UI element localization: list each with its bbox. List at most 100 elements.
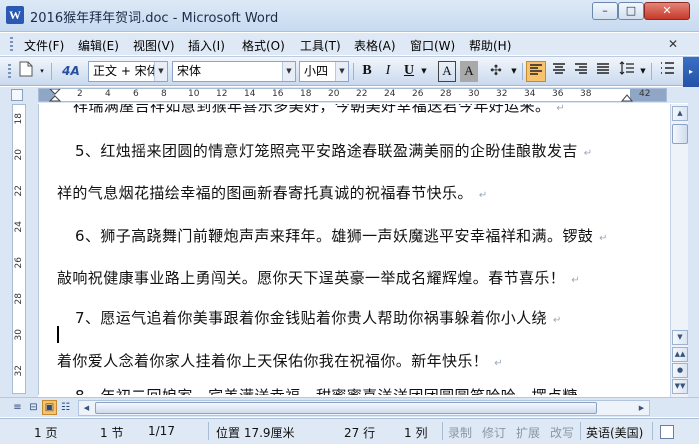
style-select[interactable]: 正文 + 宋体 ▼ [88, 61, 168, 82]
vertical-scroll-thumb[interactable] [672, 124, 688, 144]
status-pages[interactable]: 1/17 [148, 424, 175, 438]
document-area[interactable]: 祥瑞满屋吉祥如意到猴年喜乐多美好，今朝美好幸福送君今年好运来。 ↵ 5、红烛摇来团… [38, 104, 670, 395]
numbering-icon[interactable] [656, 61, 678, 82]
menu-grip-icon[interactable] [10, 37, 13, 51]
outline-view-icon[interactable]: ☷ [58, 400, 73, 415]
status-track-changes[interactable]: 修订 [482, 424, 506, 441]
menu-table[interactable]: 表格(A) [354, 37, 396, 54]
font-select-value: 宋体 [177, 64, 202, 78]
close-button[interactable]: ✕ [644, 2, 690, 20]
horizontal-scroll-thumb[interactable] [95, 402, 597, 414]
font-size-value: 小四 [304, 64, 329, 78]
status-record[interactable]: 录制 [448, 424, 472, 441]
font-select[interactable]: 宋体 ▼ [172, 61, 296, 82]
ruler-number: 20 [328, 89, 340, 99]
menu-help[interactable]: 帮助(H) [469, 37, 511, 54]
document-line[interactable]: 祥瑞满屋吉祥如意到猴年喜乐多美好，今朝美好幸福送君今年好运来。 ↵ [73, 104, 565, 116]
align-right-button[interactable] [571, 61, 591, 82]
chevron-down-icon[interactable]: ▼ [638, 61, 648, 82]
chevron-down-icon[interactable]: ▼ [154, 62, 167, 81]
scroll-left-icon[interactable]: ◀ [79, 401, 94, 415]
select-browse-object-icon[interactable]: ● [672, 363, 688, 378]
tab-selector[interactable] [11, 89, 23, 101]
vruler-number: 26 [14, 257, 24, 269]
previous-page-icon[interactable]: ▲▲ [672, 347, 688, 362]
status-column[interactable]: 1 列 [404, 424, 427, 441]
document-close-icon[interactable]: ✕ [668, 37, 678, 51]
document-line[interactable]: 祥的气息烟花描绘幸福的图画新春寄托真诚的祝福春节快乐。 ↵ [57, 182, 488, 203]
menu-file[interactable]: 文件(F) [24, 37, 64, 54]
bold-button[interactable]: B [358, 61, 376, 82]
web-layout-view-icon[interactable]: ⊟ [26, 400, 41, 415]
ruler-number: 14 [244, 89, 256, 99]
font-size-select[interactable]: 小四 ▼ [299, 61, 349, 82]
horizontal-ruler[interactable]: 2 4 6 8 10 12 14 16 18 20 22 24 26 28 30… [38, 88, 667, 102]
document-line[interactable]: 5、红烛摇来团圆的情意灯笼照亮平安路途春联盈满美丽的企盼佳酿散发吉 ↵ [75, 140, 593, 161]
menu-view[interactable]: 视图(V) [133, 37, 175, 54]
formatting-toolbar: ▾ 4A 正文 + 宋体 ▼ 宋体 ▼ 小四 ▼ B I U ▼ A A ✣ ▼… [0, 56, 699, 87]
next-page-icon[interactable]: ▼▼ [672, 379, 688, 394]
status-page[interactable]: 1 页 [34, 424, 57, 441]
horizontal-scrollbar[interactable]: ◀ ▶ [78, 400, 650, 416]
status-overtype[interactable]: 改写 [550, 424, 574, 441]
line-spacing-icon[interactable] [616, 61, 638, 82]
paragraph-mark: ↵ [478, 190, 488, 201]
status-section[interactable]: 1 节 [100, 424, 123, 441]
ruler-number: 36 [552, 89, 564, 99]
status-separator [442, 422, 443, 440]
menu-window[interactable]: 窗口(W) [410, 37, 455, 54]
text-effects-icon[interactable]: ✣ [483, 61, 509, 82]
new-document-icon[interactable] [16, 61, 36, 82]
document-line[interactable]: 7、愿运气追着你美事跟着你金钱贴着你贵人帮助你祸事躲着你小人绕 ↵ [75, 307, 562, 328]
chevron-down-icon[interactable]: ▼ [335, 62, 348, 81]
ruler-number: 10 [188, 89, 200, 99]
maximize-button[interactable]: □ [618, 2, 644, 20]
toolbar-overflow-icon[interactable]: ▸ [683, 57, 699, 87]
ruler-number: 34 [524, 89, 536, 99]
ruler-number: 32 [496, 89, 508, 99]
normal-view-icon[interactable]: ≡ [10, 400, 25, 415]
scroll-down-icon[interactable]: ▼ [672, 330, 688, 345]
document-line[interactable]: 敲响祝健康事业路上勇闯关。愿你天下逞英豪一举成名耀辉煌。春节喜乐！ ↵ [57, 267, 580, 288]
print-layout-view-icon[interactable]: ▣ [42, 400, 57, 415]
status-line[interactable]: 27 行 [344, 424, 375, 441]
toolbar-options-icon[interactable]: ▾ [37, 61, 47, 82]
chevron-down-icon[interactable]: ▼ [282, 62, 295, 81]
right-edge [688, 87, 699, 417]
menu-tools[interactable]: 工具(T) [300, 37, 341, 54]
toolbar-grip-icon[interactable] [8, 64, 11, 78]
menu-insert[interactable]: 插入(I) [188, 37, 225, 54]
status-extend[interactable]: 扩展 [516, 424, 540, 441]
align-left-button[interactable] [526, 61, 546, 82]
document-line[interactable]: 6、狮子高跷舞门前鞭炮声声来拜年。雄狮一声妖魔逃平安幸福祥和满。锣鼓 ↵ [75, 225, 608, 246]
italic-button[interactable]: I [379, 61, 397, 82]
menu-edit[interactable]: 编辑(E) [78, 37, 119, 54]
status-position[interactable]: 位置 17.9厘米 [216, 424, 295, 441]
character-shading-button[interactable]: A [460, 61, 478, 82]
first-line-indent-marker-icon[interactable] [49, 89, 61, 102]
vruler-number: 18 [14, 113, 24, 125]
right-indent-marker-icon[interactable] [621, 93, 633, 102]
paragraph-mark: ↵ [599, 233, 608, 244]
chevron-down-icon[interactable]: ▼ [509, 61, 519, 82]
title-bar: W 2016猴年拜年贺词.doc - Microsoft Word – □ ✕ [0, 0, 699, 32]
align-center-button[interactable] [549, 61, 569, 82]
underline-button[interactable]: U [400, 61, 418, 82]
chevron-down-icon[interactable]: ▼ [419, 61, 429, 82]
character-border-button[interactable]: A [438, 61, 456, 82]
styles-formatting-icon[interactable]: 4A [56, 61, 86, 82]
scroll-up-icon[interactable]: ▲ [672, 106, 688, 121]
scroll-right-icon[interactable]: ▶ [634, 401, 649, 415]
spelling-status-icon[interactable] [660, 425, 674, 439]
ruler-number: 42 [639, 89, 651, 99]
vertical-ruler[interactable]: 18 20 22 24 26 28 30 32 [12, 104, 26, 394]
justify-button[interactable] [593, 61, 613, 82]
status-language[interactable]: 英语(美国) [586, 424, 643, 441]
menu-format[interactable]: 格式(O) [242, 37, 285, 54]
vruler-number: 22 [14, 185, 24, 197]
vruler-number: 20 [14, 149, 24, 161]
vertical-scrollbar[interactable]: ▲ ▼ ▲▲ ● ▼▼ [670, 104, 688, 397]
minimize-button[interactable]: – [592, 2, 618, 20]
document-line[interactable]: 8、年初二回娘家，宾美满送幸福，甜蜜蜜喜洋洋团团圆圆笑哈哈，摆点糖， [75, 385, 593, 395]
document-line[interactable]: 着你爱人念着你家人挂着你上天保佑你我在祝福你。新年快乐！ ↵ [57, 350, 503, 371]
